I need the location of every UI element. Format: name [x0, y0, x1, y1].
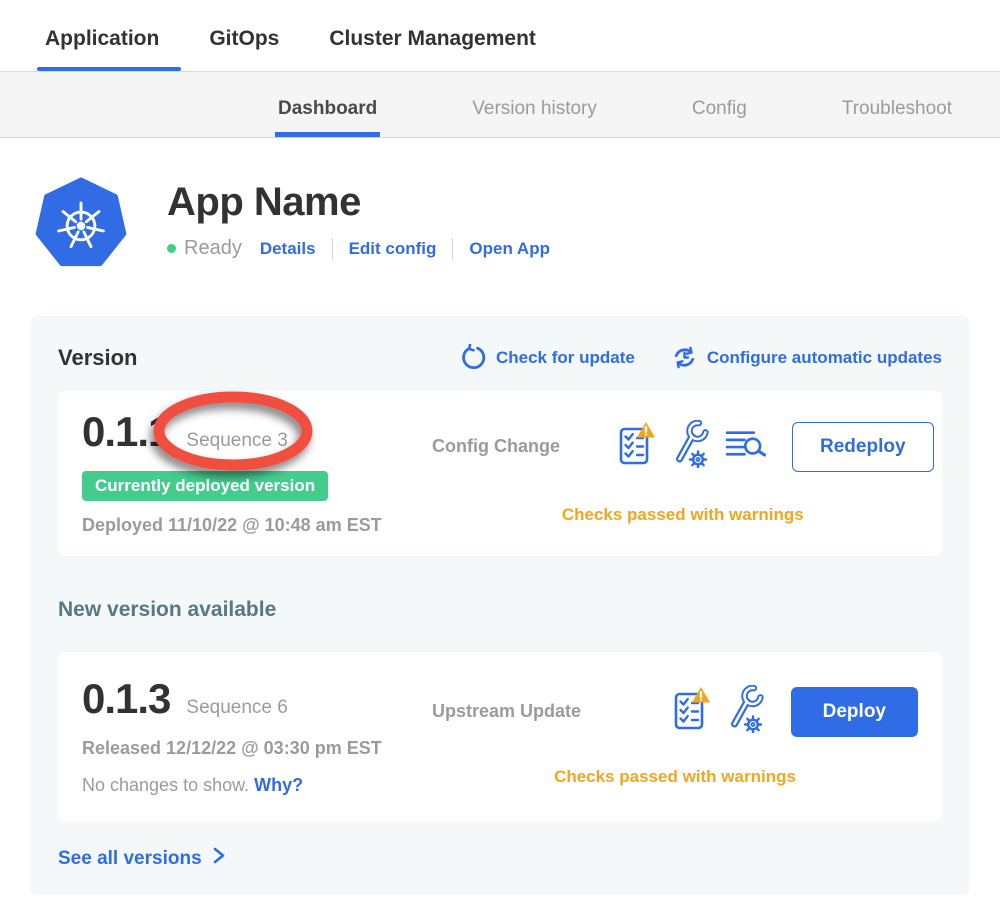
available-version-number: 0.1.3	[82, 676, 170, 722]
available-version-card: 0.1.3 Sequence 6 Released 12/12/22 @ 03:…	[58, 652, 942, 822]
version-section-header: Version Check for update	[58, 344, 942, 371]
deployed-badge: Currently deployed version	[82, 471, 328, 501]
new-version-heading: New version available	[58, 598, 942, 622]
tab-config[interactable]: Config	[692, 98, 747, 137]
available-checks-status: Checks passed with warnings	[432, 767, 918, 787]
changes-row: No changes to show. Why?	[82, 775, 432, 796]
deploy-button[interactable]: Deploy	[791, 687, 918, 737]
current-version-card: 0.1.1 Sequence 3 Currently deployed vers…	[58, 391, 942, 556]
status-dot-icon	[167, 244, 176, 253]
configure-automatic-updates-label: Configure automatic updates	[707, 348, 942, 368]
secondary-nav: Dashboard Version history Config Trouble…	[0, 71, 1000, 138]
current-sequence-label: Sequence 3	[186, 430, 287, 452]
no-changes-label: No changes to show.	[82, 775, 249, 795]
wrench-gear-icon[interactable]	[726, 685, 765, 738]
see-all-versions-label: See all versions	[58, 848, 202, 870]
checklist-warning-icon[interactable]	[672, 686, 711, 737]
redeploy-button[interactable]: Redeploy	[792, 422, 934, 472]
schedule-refresh-icon	[671, 344, 698, 371]
version-actions: Check for update Configure automatic upd…	[460, 344, 942, 371]
current-version-number: 0.1.1	[82, 409, 170, 455]
tab-troubleshoot[interactable]: Troubleshoot	[842, 98, 952, 137]
released-timestamp: Released 12/12/22 @ 03:30 pm EST	[82, 738, 432, 759]
check-for-update-link[interactable]: Check for update	[460, 344, 635, 371]
tab-version-history[interactable]: Version history	[472, 98, 597, 137]
wrench-gear-icon[interactable]	[671, 420, 710, 473]
open-app-link[interactable]: Open App	[469, 239, 550, 259]
tab-dashboard[interactable]: Dashboard	[278, 98, 377, 137]
edit-config-link[interactable]: Edit config	[349, 239, 437, 259]
current-source-label: Config Change	[432, 436, 617, 457]
available-version-info: 0.1.3 Sequence 6 Released 12/12/22 @ 03:…	[82, 676, 432, 796]
checklist-warning-icon[interactable]	[617, 421, 656, 472]
check-for-update-label: Check for update	[496, 348, 635, 368]
chevron-right-icon	[212, 846, 226, 871]
current-checks-status: Checks passed with warnings	[432, 505, 934, 525]
tab-gitops[interactable]: GitOps	[209, 27, 279, 71]
refresh-icon	[460, 344, 487, 371]
see-all-versions-link[interactable]: See all versions	[58, 846, 226, 871]
details-link[interactable]: Details	[260, 239, 316, 259]
why-link[interactable]: Why?	[254, 775, 303, 795]
page-title: App Name	[167, 180, 550, 225]
available-sequence-label: Sequence 6	[186, 697, 287, 719]
app-header: App Name Ready Details Edit config Open …	[0, 138, 1000, 273]
current-version-icons	[617, 420, 766, 473]
primary-nav: Application GitOps Cluster Management	[0, 0, 1000, 71]
kubernetes-logo	[35, 175, 127, 273]
tab-cluster-management[interactable]: Cluster Management	[329, 27, 536, 71]
app-status: Ready	[184, 237, 242, 260]
tab-application[interactable]: Application	[45, 27, 159, 71]
current-version-info: 0.1.1 Sequence 3 Currently deployed vers…	[82, 409, 432, 536]
available-source-label: Upstream Update	[432, 701, 617, 722]
configure-automatic-updates-link[interactable]: Configure automatic updates	[671, 344, 942, 371]
version-section: Version Check for update	[30, 316, 970, 895]
search-lines-icon[interactable]	[725, 428, 766, 466]
deployed-timestamp: Deployed 11/10/22 @ 10:48 am EST	[82, 515, 432, 536]
available-version-icons	[672, 685, 765, 738]
divider	[452, 238, 453, 260]
divider	[332, 238, 333, 260]
version-heading: Version	[58, 345, 137, 371]
status-row: Ready Details Edit config Open App	[167, 237, 550, 260]
